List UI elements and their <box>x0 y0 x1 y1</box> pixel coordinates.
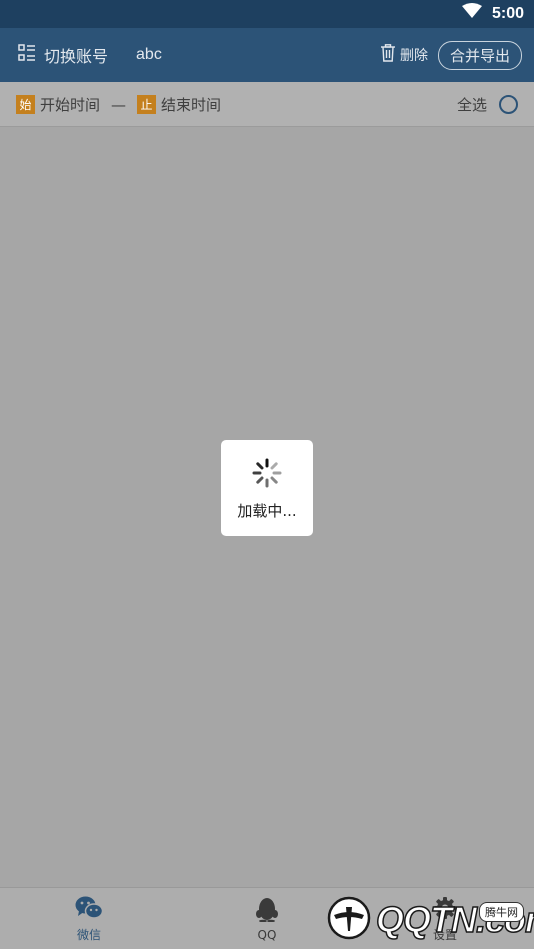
start-time-picker[interactable]: 开始时间 <box>40 94 100 115</box>
header-left: 切换账号 abc <box>18 28 162 82</box>
loading-dialog: 加载中... <box>221 440 313 536</box>
select-all-radio[interactable] <box>499 95 518 114</box>
range-separator: — <box>111 95 127 114</box>
tab-wechat[interactable]: 微信 <box>0 888 178 949</box>
tab-wechat-label: 微信 <box>76 927 101 942</box>
status-right: 5:00 <box>461 3 524 24</box>
trash-icon <box>380 44 396 66</box>
current-account-name: abc <box>136 46 162 63</box>
delete-button[interactable]: 删除 <box>380 44 428 66</box>
watermark: QQTN.com 腾牛网 <box>326 890 534 949</box>
wifi-icon <box>461 3 482 24</box>
list-icon <box>18 44 36 66</box>
select-all-control[interactable]: 全选 <box>457 82 518 127</box>
header-right: 删除 合并导出 <box>380 28 522 82</box>
loading-text: 加载中... <box>237 502 297 520</box>
switch-account-button[interactable]: 切换账号 <box>18 43 108 67</box>
delete-label: 删除 <box>399 48 428 64</box>
merge-export-button[interactable]: 合并导出 <box>437 40 522 70</box>
qq-penguin-icon <box>255 896 279 925</box>
select-all-label: 全选 <box>456 96 487 114</box>
wechat-icon <box>75 896 104 923</box>
status-bar: 5:00 <box>0 0 534 28</box>
loading-spinner-icon <box>252 458 282 492</box>
status-time: 5:00 <box>491 4 524 22</box>
end-time-picker[interactable]: 结束时间 <box>161 94 221 115</box>
watermark-logo-icon <box>326 895 372 945</box>
time-range: 始 开始时间 — 止 结束时间 <box>16 82 221 127</box>
start-tag: 始 <box>16 95 35 114</box>
watermark-badge: 腾牛网 <box>479 902 524 922</box>
time-filter-bar: 始 开始时间 — 止 结束时间 全选 <box>0 82 534 127</box>
tab-qq-label: QQ <box>257 928 277 942</box>
switch-account-label: 切换账号 <box>44 47 109 66</box>
app-header: 切换账号 abc 删除 合并导出 <box>0 28 534 82</box>
end-tag: 止 <box>137 95 157 114</box>
